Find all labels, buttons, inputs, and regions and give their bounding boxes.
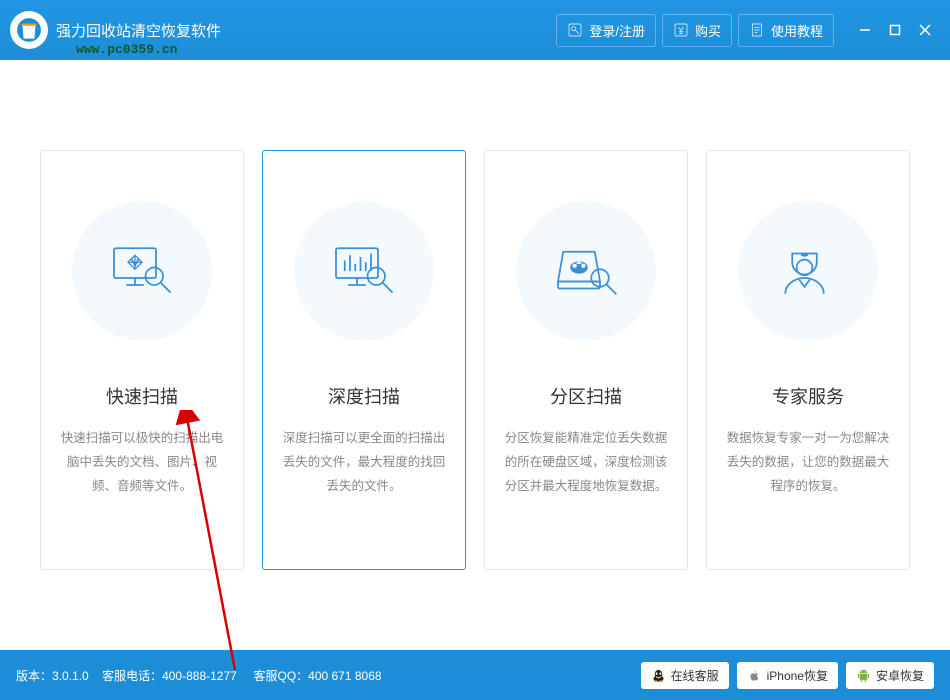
expert-service-icon-wrap — [738, 201, 878, 341]
maximize-icon — [889, 24, 901, 36]
minimize-button[interactable] — [850, 16, 880, 44]
main-content: 快速扫描 快速扫描可以极快的扫描出电脑中丢失的文档、图片、视频、音频等文件。 深… — [0, 60, 950, 650]
quick-scan-title: 快速扫描 — [106, 383, 178, 409]
qq-icon — [651, 668, 666, 683]
partition-scan-icon-wrap — [516, 201, 656, 341]
user-key-icon — [567, 22, 583, 38]
android-recovery-label: 安卓恢复 — [876, 667, 924, 684]
currency-icon — [673, 22, 689, 38]
login-label: 登录/注册 — [589, 21, 645, 40]
quick-scan-icon-wrap — [72, 201, 212, 341]
deep-scan-title: 深度扫描 — [328, 383, 400, 409]
iphone-recovery-button[interactable]: iPhone恢复 — [737, 662, 838, 689]
expert-service-desc: 数据恢复专家一对一为您解决丢失的数据，让您的数据最大程序的恢复。 — [725, 427, 891, 498]
card-partition-scan[interactable]: 分区扫描 分区恢复能精准定位丢失数据的所在硬盘区域，深度检测该分区并最大程度地恢… — [484, 150, 688, 570]
close-button[interactable] — [910, 16, 940, 44]
partition-scan-icon — [551, 242, 621, 300]
deep-scan-icon-wrap — [294, 201, 434, 341]
maximize-button[interactable] — [880, 16, 910, 44]
expert-service-icon — [773, 242, 843, 300]
tutorial-label: 使用教程 — [771, 21, 823, 40]
partition-scan-desc: 分区恢复能精准定位丢失数据的所在硬盘区域，深度检测该分区并最大程度地恢复数据。 — [503, 427, 669, 498]
minimize-icon — [859, 24, 871, 36]
tutorial-button[interactable]: 使用教程 — [738, 14, 834, 47]
login-register-button[interactable]: 登录/注册 — [556, 14, 656, 47]
iphone-recovery-label: iPhone恢复 — [767, 667, 828, 684]
android-recovery-button[interactable]: 安卓恢复 — [846, 662, 934, 689]
quick-scan-desc: 快速扫描可以极快的扫描出电脑中丢失的文档、图片、视频、音频等文件。 — [59, 427, 225, 498]
apple-icon — [747, 668, 762, 683]
card-deep-scan[interactable]: 深度扫描 深度扫描可以更全面的扫描出丢失的文件，最大程度的找回丢失的文件。 — [262, 150, 466, 570]
partition-scan-title: 分区扫描 — [550, 383, 622, 409]
close-icon — [919, 24, 931, 36]
online-service-label: 在线客服 — [671, 667, 719, 684]
title-bar: 强力回收站清空恢复软件 www.pc0359.cn 登录/注册 购买 使用教程 — [0, 0, 950, 60]
expert-service-title: 专家服务 — [772, 383, 844, 409]
footer-info: 版本：3.0.1.0 客服电话：400-888-1277 客服QQ：400 67… — [16, 667, 633, 684]
app-title: 强力回收站清空恢复软件 — [56, 20, 221, 41]
android-icon — [856, 668, 871, 683]
watermark-text: www.pc0359.cn — [76, 42, 177, 57]
footer-bar: 版本：3.0.1.0 客服电话：400-888-1277 客服QQ：400 67… — [0, 650, 950, 700]
card-expert-service[interactable]: 专家服务 数据恢复专家一对一为您解决丢失的数据，让您的数据最大程序的恢复。 — [706, 150, 910, 570]
buy-label: 购买 — [695, 21, 721, 40]
card-quick-scan[interactable]: 快速扫描 快速扫描可以极快的扫描出电脑中丢失的文档、图片、视频、音频等文件。 — [40, 150, 244, 570]
app-logo — [10, 11, 48, 49]
quick-scan-icon — [107, 242, 177, 300]
online-service-button[interactable]: 在线客服 — [641, 662, 729, 689]
window-controls — [850, 16, 940, 44]
deep-scan-desc: 深度扫描可以更全面的扫描出丢失的文件，最大程度的找回丢失的文件。 — [281, 427, 447, 498]
document-icon — [749, 22, 765, 38]
deep-scan-icon — [329, 242, 399, 300]
buy-button[interactable]: 购买 — [662, 14, 732, 47]
